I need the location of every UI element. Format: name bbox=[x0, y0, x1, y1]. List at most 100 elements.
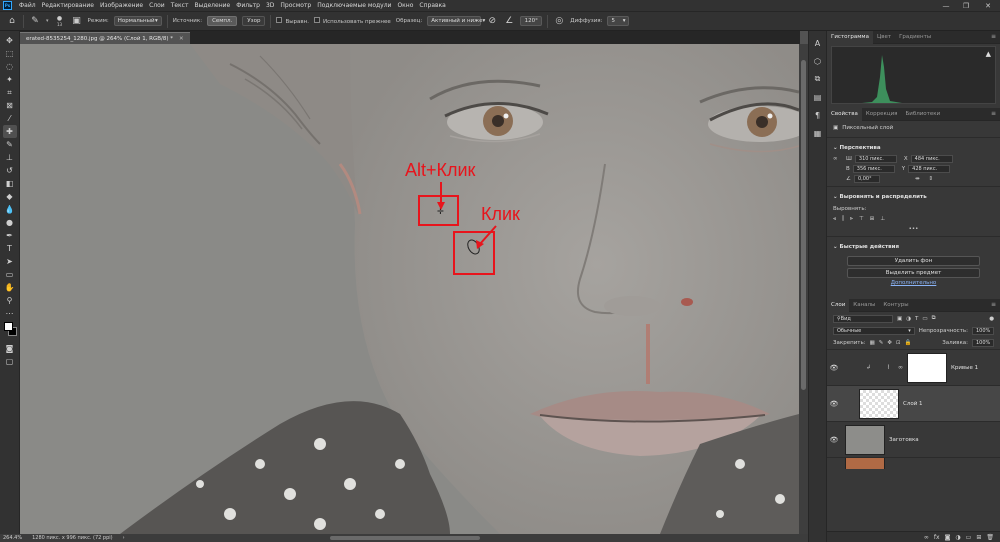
lock-transparent-icon[interactable]: ▦ bbox=[870, 340, 875, 346]
select-subject-button[interactable]: Выделить предмет bbox=[847, 268, 980, 278]
more-link[interactable]: Дополнительно bbox=[827, 280, 1000, 286]
menu-view[interactable]: Просмотр bbox=[277, 2, 314, 9]
link-layers-icon[interactable]: ∞ bbox=[924, 534, 929, 541]
frame-tool-icon[interactable]: ⊠ bbox=[3, 99, 17, 112]
add-mask-icon[interactable]: ◙ bbox=[945, 534, 951, 541]
pen-tool-icon[interactable]: ✒ bbox=[3, 229, 17, 242]
move-tool-icon[interactable]: ✥ bbox=[3, 34, 17, 47]
foreground-color-swatch[interactable] bbox=[3, 322, 13, 331]
more-tools-icon[interactable]: ⋯ bbox=[3, 307, 17, 320]
history-brush-tool-icon[interactable]: ↺ bbox=[3, 164, 17, 177]
filter-toggle-icon[interactable]: ● bbox=[989, 316, 994, 322]
height-input[interactable]: 356 пикс. bbox=[852, 165, 895, 173]
tab-channels[interactable]: Каналы bbox=[849, 299, 879, 312]
lasso-tool-icon[interactable]: ◌ bbox=[3, 60, 17, 73]
panel-menu-icon[interactable]: ≡ bbox=[991, 110, 996, 117]
lock-artboard-icon[interactable]: ⊡ bbox=[896, 340, 901, 346]
layer-filter-select[interactable]: ⚲ Вид bbox=[833, 314, 893, 323]
align-section-title[interactable]: ⌄ Выровнять и распределить bbox=[827, 190, 1000, 204]
scroll-thumb[interactable] bbox=[801, 60, 806, 390]
source-sample-button[interactable]: Семпл. bbox=[207, 16, 238, 26]
dodge-tool-icon[interactable]: ● bbox=[3, 216, 17, 229]
y-input[interactable]: 428 пикс. bbox=[908, 165, 951, 173]
align-center-h-icon[interactable]: ⫿ bbox=[842, 216, 844, 223]
magic-wand-tool-icon[interactable]: ✦ bbox=[3, 73, 17, 86]
minimize-button[interactable]: — bbox=[938, 0, 954, 11]
zoom-level[interactable]: 264.4% bbox=[3, 535, 22, 541]
menu-edit[interactable]: Редактирование bbox=[39, 2, 97, 9]
paint-bucket-tool-icon[interactable]: ◆ bbox=[3, 190, 17, 203]
menu-text[interactable]: Текст bbox=[168, 2, 192, 9]
chevron-right-icon[interactable]: › bbox=[123, 535, 125, 541]
visibility-eye-icon[interactable]: 👁 bbox=[827, 400, 841, 408]
blend-mode-select[interactable]: Обычные ▾ bbox=[833, 327, 915, 335]
layer-name[interactable]: Заготовка bbox=[889, 437, 919, 443]
brush-settings-icon[interactable]: ▣ bbox=[71, 15, 83, 27]
brush-tool-icon[interactable]: ✎ bbox=[3, 138, 17, 151]
character-panel-icon[interactable]: A bbox=[812, 37, 824, 49]
layer-row-partial[interactable] bbox=[827, 457, 1000, 469]
pressure-size-icon[interactable]: ◎ bbox=[553, 15, 565, 27]
mode-select[interactable]: Нормальный ▾ bbox=[113, 16, 162, 26]
layer-row-base[interactable]: 👁 Заготовка bbox=[827, 421, 1000, 457]
marquee-tool-icon[interactable]: ⬚ bbox=[3, 47, 17, 60]
document-tab[interactable]: erated-8535254_1280.jpg @ 264% (Слой 1, … bbox=[20, 32, 190, 44]
tab-paths[interactable]: Контуры bbox=[879, 299, 912, 312]
layer-row-curves[interactable]: 👁 ↲ ⌇ ∞ Кривые 1 bbox=[827, 349, 1000, 385]
opacity-input[interactable]: 100% bbox=[972, 327, 994, 335]
swatches-icon[interactable]: ▦ bbox=[812, 127, 824, 139]
flip-vertical-icon[interactable]: ⇕ bbox=[929, 176, 934, 182]
filter-pixel-icon[interactable]: ▣ bbox=[897, 316, 902, 322]
libraries-icon[interactable]: ⧉ bbox=[812, 73, 824, 85]
ignore-adjustment-layers-icon[interactable]: ⊘ bbox=[486, 15, 498, 27]
panel-menu-icon[interactable]: ≡ bbox=[991, 33, 996, 40]
link-icon[interactable]: ∞ bbox=[833, 156, 843, 162]
align-middle-v-icon[interactable]: ⊞ bbox=[870, 216, 875, 222]
blur-tool-icon[interactable]: 💧 bbox=[3, 203, 17, 216]
menu-image[interactable]: Изображение bbox=[97, 2, 146, 9]
filter-type-icon[interactable]: T bbox=[915, 316, 918, 322]
maximize-button[interactable]: ❐ bbox=[958, 0, 974, 11]
more-options-button[interactable]: ••• bbox=[827, 224, 1000, 233]
vertical-scrollbar[interactable] bbox=[799, 44, 808, 534]
layer-name[interactable]: Кривые 1 bbox=[951, 365, 978, 371]
hand-tool-icon[interactable]: ✋ bbox=[3, 281, 17, 294]
document-canvas[interactable]: ✛ Alt+Клик Клик bbox=[20, 44, 799, 534]
x-input[interactable]: 484 пикс. bbox=[910, 155, 953, 163]
eyedropper-tool-icon[interactable]: ⁄ bbox=[3, 112, 17, 125]
quick-mask-icon[interactable]: ◙ bbox=[3, 342, 17, 355]
new-layer-icon[interactable]: ⊞ bbox=[976, 534, 981, 541]
crop-tool-icon[interactable]: ⌗ bbox=[3, 86, 17, 99]
angle-input[interactable]: 120° bbox=[520, 16, 543, 26]
new-adjustment-icon[interactable]: ◑ bbox=[955, 534, 960, 541]
visibility-eye-icon[interactable]: 👁 bbox=[827, 436, 841, 444]
3d-panel-icon[interactable]: ⬡ bbox=[812, 55, 824, 67]
tab-libraries[interactable]: Библиотеки bbox=[901, 108, 944, 121]
transform-section-title[interactable]: ⌄ Перспектива bbox=[827, 141, 1000, 155]
history-panel-icon[interactable]: ▤ bbox=[812, 91, 824, 103]
healing-brush-tool-icon[interactable]: ✎ bbox=[29, 15, 41, 27]
menu-plugins[interactable]: Подключаемые модули bbox=[314, 2, 394, 9]
tab-properties[interactable]: Свойства bbox=[827, 107, 862, 121]
source-pattern-button[interactable]: Узор bbox=[242, 16, 266, 26]
lock-position-icon[interactable]: ✥ bbox=[887, 340, 892, 346]
tab-layers[interactable]: Слои bbox=[827, 298, 850, 312]
layer-row-layer1[interactable]: 👁 Слой 1 bbox=[827, 385, 1000, 421]
filter-adjustment-icon[interactable]: ◑ bbox=[906, 316, 911, 322]
tab-histogram[interactable]: Гистограмма bbox=[827, 30, 873, 44]
aligned-checkbox[interactable]: Выравн. bbox=[276, 17, 309, 25]
menu-window[interactable]: Окно bbox=[394, 2, 416, 9]
layer-thumbnail[interactable] bbox=[845, 458, 885, 469]
brush-preset-picker[interactable]: ● 13 bbox=[54, 15, 66, 27]
tab-color[interactable]: Цвет bbox=[873, 31, 895, 44]
lock-all-icon[interactable]: 🔒 bbox=[905, 340, 912, 346]
type-tool-icon[interactable]: T bbox=[3, 242, 17, 255]
diffusion-select[interactable]: 5 ▾ bbox=[607, 16, 630, 26]
chevron-down-icon[interactable]: ▾ bbox=[46, 18, 49, 24]
close-button[interactable]: ✕ bbox=[980, 0, 996, 11]
clone-stamp-tool-icon[interactable]: ⊥ bbox=[3, 151, 17, 164]
horizontal-scroll-thumb[interactable] bbox=[330, 536, 480, 540]
menu-select[interactable]: Выделение bbox=[191, 2, 233, 9]
zoom-tool-icon[interactable]: ⚲ bbox=[3, 294, 17, 307]
use-legacy-checkbox[interactable]: Использовать прежнее bbox=[314, 17, 391, 25]
